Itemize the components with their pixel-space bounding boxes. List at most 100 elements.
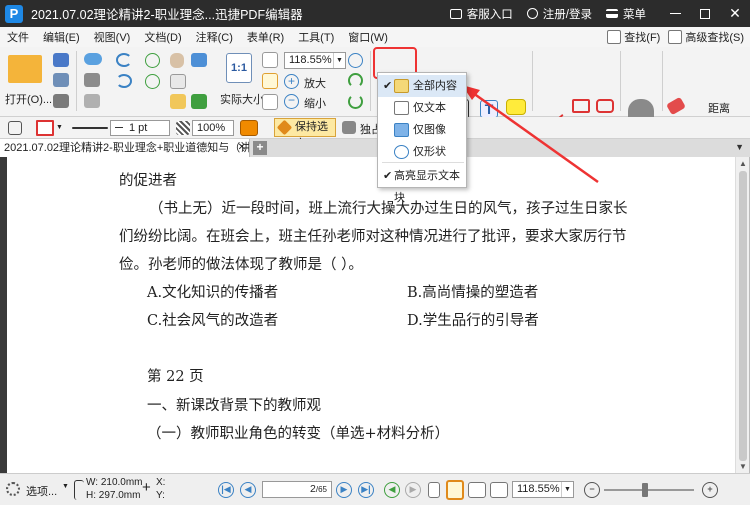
document-tab[interactable]: 2021.07.02理论精讲2-职业理念+职业道德知与（讲... ✕ xyxy=(0,139,250,157)
close-toolbar-icon[interactable] xyxy=(8,121,22,135)
app-logo: P xyxy=(5,4,23,23)
zoom-out-icon[interactable]: − xyxy=(284,94,299,109)
polygon-tool-icon[interactable] xyxy=(596,99,614,113)
zoom-in-label[interactable]: 放大 xyxy=(304,75,326,91)
keep-selected-toggle[interactable]: 保持选定 xyxy=(274,118,336,150)
scroll-down-icon[interactable]: ▼ xyxy=(739,462,747,471)
zoom-out-label[interactable]: 缩小 xyxy=(304,95,326,111)
distance-icon[interactable] xyxy=(666,96,686,116)
magnify-icon[interactable] xyxy=(348,53,363,68)
zoom-tool-icon[interactable] xyxy=(191,94,207,109)
snapshot-icon[interactable] xyxy=(191,53,207,67)
chevron-down-icon[interactable]: ▼ xyxy=(62,483,69,490)
text-tool-icon[interactable]: T xyxy=(480,100,498,118)
zoom-in-icon[interactable]: + xyxy=(284,74,299,89)
zoom-slider-thumb[interactable] xyxy=(642,483,648,497)
save-icon[interactable] xyxy=(53,73,69,87)
new-tab-button[interactable]: + xyxy=(253,141,267,155)
zoom-slider[interactable] xyxy=(604,483,694,497)
actual-size-icon[interactable]: 1:1 xyxy=(226,53,252,83)
opacity-select[interactable]: 100% xyxy=(192,120,234,136)
cursor-cross-icon: + xyxy=(142,479,151,496)
note-icon[interactable] xyxy=(506,99,526,115)
menu-item-text-only[interactable]: 仅文本 xyxy=(378,97,466,119)
property-bar: ▼ 1 pt 100% 保持选定 独占 xyxy=(0,117,750,150)
back-view-button[interactable]: ◀ xyxy=(384,482,400,498)
menu-edit[interactable]: 编辑(E) xyxy=(36,29,87,45)
options-button[interactable]: 选项... xyxy=(26,483,57,499)
scrollbar-thumb[interactable] xyxy=(739,171,747,461)
settings-gear-icon[interactable] xyxy=(6,482,20,496)
find-button[interactable]: 查找(F) xyxy=(607,29,660,45)
create-pdf-icon[interactable] xyxy=(53,53,69,67)
forward-view-button[interactable]: ▶ xyxy=(405,482,421,498)
menu-comment[interactable]: 注释(C) xyxy=(189,29,240,45)
ribbon-separator xyxy=(662,51,663,111)
rotate-left-icon[interactable] xyxy=(348,73,363,88)
menu-view[interactable]: 视图(V) xyxy=(87,29,138,45)
continuous-page-icon[interactable] xyxy=(446,480,464,500)
undo-icon[interactable] xyxy=(116,53,132,67)
minimize-button[interactable] xyxy=(660,0,690,27)
login-link[interactable]: 注册/登录 xyxy=(526,6,592,22)
menu-tools[interactable]: 工具(T) xyxy=(291,29,341,45)
main-menu-button[interactable]: 菜单 xyxy=(606,6,646,22)
menu-item-highlight-text-blocks[interactable]: ✔ 高亮显示文本块 xyxy=(378,165,466,204)
scroll-up-icon[interactable]: ▲ xyxy=(739,159,747,168)
copy-icon[interactable] xyxy=(84,73,100,87)
facing-pages-icon[interactable] xyxy=(468,482,486,498)
advanced-find-button[interactable]: 高级查找(S) xyxy=(668,29,744,45)
rectangle-tool-icon[interactable] xyxy=(572,99,590,113)
tab-list-chevron-icon[interactable]: ▼ xyxy=(735,142,744,152)
zoom-out-button[interactable]: − xyxy=(584,482,600,498)
cursor-y: Y: xyxy=(156,490,165,501)
select-text-icon[interactable] xyxy=(170,74,186,89)
fit-visible-icon[interactable] xyxy=(262,94,278,110)
menu-item-image-only[interactable]: 仅图像 xyxy=(378,119,466,141)
last-page-button[interactable]: ▶| xyxy=(358,482,374,498)
zoom-combobox[interactable]: 118.55% ▼ xyxy=(284,52,346,69)
print-icon[interactable] xyxy=(53,94,69,108)
open-label[interactable]: 打开(O)... xyxy=(5,91,52,107)
single-page-icon[interactable] xyxy=(428,482,440,498)
rotate-right-icon[interactable] xyxy=(348,94,363,109)
forward-icon[interactable] xyxy=(145,74,160,89)
zoom-in-button[interactable]: + xyxy=(702,482,718,498)
chevron-down-icon[interactable]: ▼ xyxy=(56,124,64,131)
menu-form[interactable]: 表单(R) xyxy=(240,29,291,45)
next-page-button[interactable]: ▶ xyxy=(336,482,352,498)
border-color-swatch[interactable] xyxy=(36,120,54,136)
select-area-icon[interactable] xyxy=(170,94,186,109)
previous-page-button[interactable]: ◀ xyxy=(240,482,256,498)
document-view[interactable]: 的促进者 （书上无）近一段时间，班上流行大操大办过生日的风气，孩子过生日家长 们… xyxy=(0,157,750,473)
menu-window[interactable]: 窗口(W) xyxy=(341,29,395,45)
menu-item-shape-only[interactable]: 仅形状 xyxy=(378,141,466,163)
open-folder-icon[interactable] xyxy=(8,55,42,83)
actual-size-label[interactable]: 实际大小 xyxy=(220,91,264,107)
fit-width-icon[interactable] xyxy=(262,73,278,89)
vertical-scrollbar[interactable]: ▲ ▼ xyxy=(735,157,749,473)
maximize-button[interactable] xyxy=(690,0,720,27)
cloud-icon[interactable] xyxy=(84,53,102,65)
menu-file[interactable]: 文件 xyxy=(0,29,36,45)
distance-label[interactable]: 距离 xyxy=(708,100,730,116)
close-tab-icon[interactable]: ✕ xyxy=(238,139,246,157)
fit-page-icon[interactable] xyxy=(262,52,278,68)
back-icon[interactable] xyxy=(145,53,160,68)
close-button[interactable]: ✕ xyxy=(720,0,750,27)
first-page-button[interactable]: |◀ xyxy=(218,482,234,498)
menu-document[interactable]: 文档(D) xyxy=(137,29,188,45)
paste-icon[interactable] xyxy=(84,94,100,108)
menu-item-all-content[interactable]: ✔ 全部内容 xyxy=(378,75,466,97)
continuous-facing-icon[interactable] xyxy=(490,482,508,498)
line-style-preview[interactable] xyxy=(72,127,108,129)
line-width-select[interactable]: 1 pt xyxy=(110,120,170,136)
hand-tool-icon[interactable] xyxy=(170,53,184,68)
page-number-input[interactable]: 2/65 xyxy=(262,481,332,498)
select-mode-dropdown[interactable]: ✔ 全部内容 仅文本 仅图像 仅形状 ✔ 高亮显示文本块 xyxy=(377,72,467,204)
status-zoom-combobox[interactable]: 118.55% ▼ xyxy=(512,481,574,498)
redo-icon[interactable] xyxy=(116,74,132,88)
fill-color-swatch[interactable] xyxy=(240,120,258,136)
customer-service-link[interactable]: 客服入口 xyxy=(449,6,513,22)
shape-only-icon xyxy=(394,145,409,159)
